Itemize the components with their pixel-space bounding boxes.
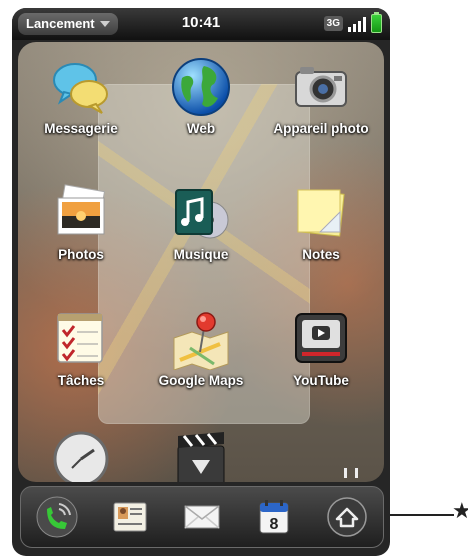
launcher-up-arrow-icon[interactable] (325, 495, 369, 539)
app-label: Tâches (57, 373, 105, 388)
phone-icon[interactable] (35, 495, 79, 539)
music-icon (170, 182, 232, 244)
app-google-maps[interactable]: Google Maps (142, 308, 260, 388)
app-video[interactable] (142, 428, 260, 482)
app-musique[interactable]: Musique (142, 182, 260, 262)
phone-screen: Lancement 10:41 3G Messagerie Web Appare… (12, 8, 390, 556)
app-taches[interactable]: Tâches (22, 308, 140, 388)
app-appareil-photo[interactable]: Appareil photo (262, 56, 380, 136)
quick-launch-dock: 8 (20, 486, 384, 548)
callout-star: ★ (452, 498, 468, 523)
sticky-note-icon (290, 182, 352, 244)
photos-icon (50, 182, 112, 244)
tv-play-icon (290, 308, 352, 370)
globe-icon (170, 56, 232, 118)
app-label: Photos (58, 247, 104, 262)
app-label: YouTube (293, 373, 349, 388)
app-youtube[interactable]: YouTube (262, 308, 380, 388)
status-indicators: 3G (323, 12, 382, 33)
launcher-app-area: Messagerie Web Appareil photo Photos Mus… (18, 42, 384, 482)
checklist-icon (50, 308, 112, 370)
app-label: Appareil photo (273, 121, 369, 136)
calendar-icon[interactable]: 8 (252, 495, 296, 539)
status-bar: Lancement 10:41 3G (12, 8, 390, 40)
app-photos[interactable]: Photos (22, 182, 140, 262)
map-pin-icon (170, 308, 232, 371)
app-web[interactable]: Web (142, 56, 260, 136)
speech-bubbles-icon (50, 56, 112, 118)
email-icon[interactable] (180, 495, 224, 539)
page-indicator (344, 468, 358, 478)
clapperboard-icon (170, 428, 232, 482)
network-type-badge: 3G (323, 16, 343, 31)
app-label: Messagerie (44, 121, 118, 136)
calendar-day: 8 (270, 516, 279, 533)
battery-icon (371, 12, 382, 33)
app-label: Web (186, 121, 216, 136)
contacts-icon[interactable] (108, 495, 152, 539)
app-notes[interactable]: Notes (262, 182, 380, 262)
app-clock[interactable] (22, 428, 140, 482)
app-label: Google Maps (158, 373, 244, 388)
app-label: Notes (302, 247, 340, 262)
camera-icon (290, 56, 352, 118)
signal-strength-icon (348, 16, 366, 32)
app-messagerie[interactable]: Messagerie (22, 56, 140, 136)
app-label: Musique (173, 247, 229, 262)
clock-icon (50, 428, 112, 482)
callout-line (390, 514, 454, 516)
